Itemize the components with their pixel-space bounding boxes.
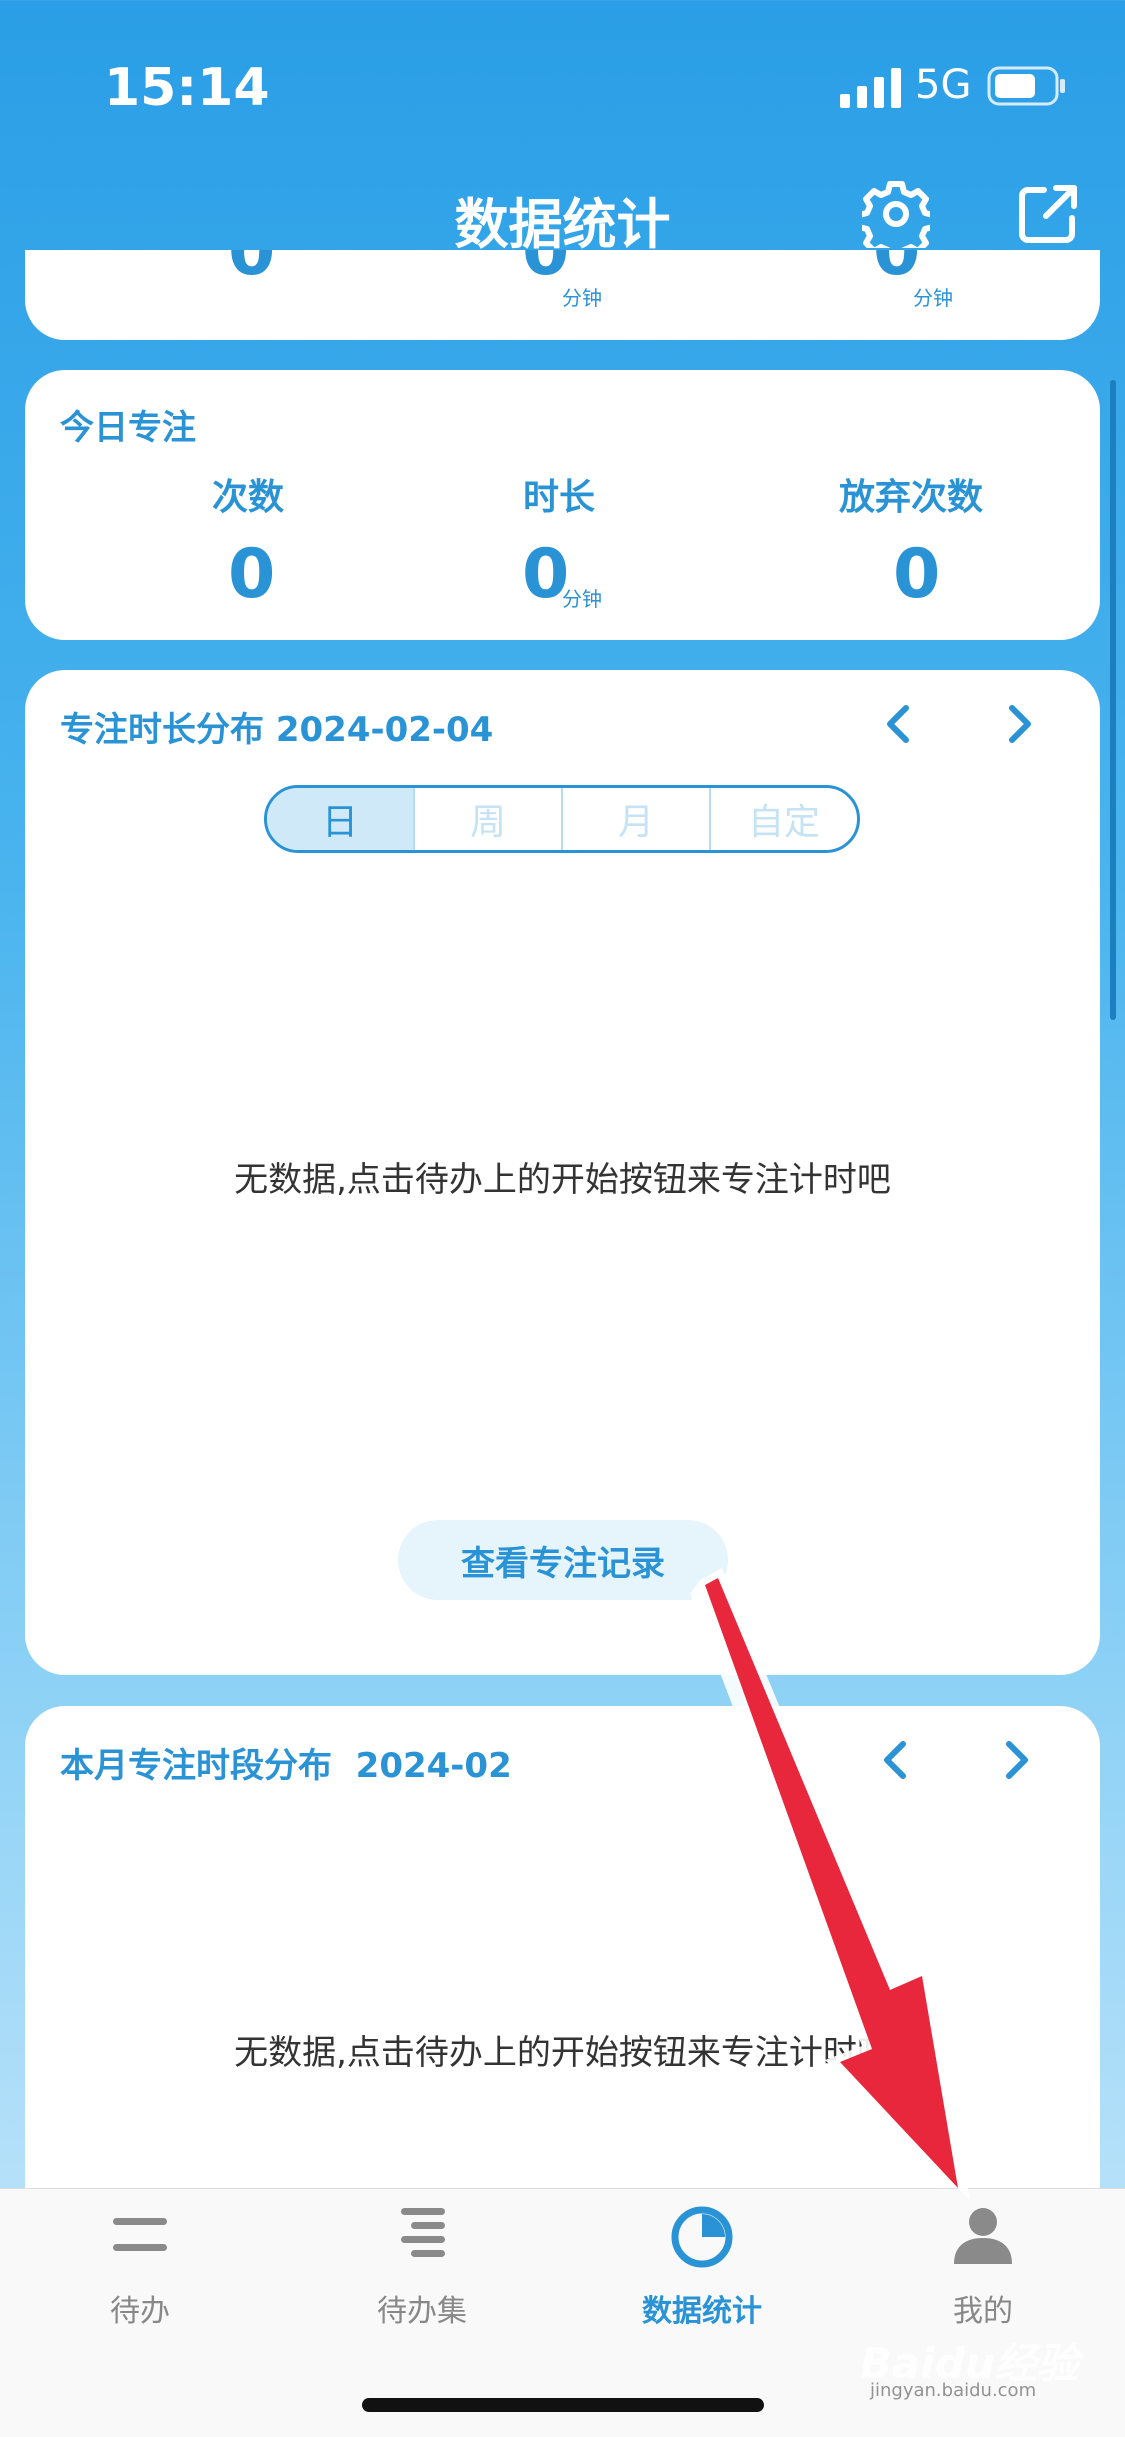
next-date-chevron-icon[interactable] [1000,702,1040,746]
today-count-label: 次数 [212,477,285,518]
prev-date-chevron-icon[interactable] [878,702,918,746]
share-icon[interactable] [1016,182,1080,246]
today-count-value: 0 [228,535,276,614]
total-stats-card: 0 0 分钟 0 分钟 [25,250,1100,340]
page-title: 数据统计 [454,193,671,256]
segment-day[interactable]: 日 [267,788,413,850]
tab-todo[interactable]: 待办 [50,2200,230,2330]
list-set-icon [401,2208,445,2257]
view-records-button[interactable]: 查看专注记录 [398,1520,728,1600]
battery-icon [987,66,1065,106]
settings-gear-icon[interactable] [862,180,930,248]
today-duration-unit: 分钟 [562,587,602,611]
today-heading: 今日专注 [60,408,196,448]
scrollbar[interactable] [1110,380,1116,1020]
distribution-empty-text: 无数据,点击待办上的开始按钮来专注计时吧 [234,1160,891,1200]
total-count-value: 0 [228,250,276,291]
pie-chart-icon [671,2206,733,2268]
segment-month[interactable]: 月 [561,788,709,850]
network-type: 5G [915,62,972,108]
monthly-heading: 本月专注时段分布 2024-02 [60,1746,512,1786]
today-duration-label: 时长 [523,477,596,518]
watermark-url: jingyan.baidu.com [870,2380,1037,2401]
segment-week[interactable]: 周 [413,788,561,850]
tab-todo-set-label: 待办集 [377,2294,467,2329]
tab-mine[interactable]: 我的 [893,2200,1073,2330]
today-focus-card: 今日专注 次数 时长 放弃次数 0 0 分钟 0 [25,370,1100,640]
tab-todo-label: 待办 [110,2294,170,2329]
tab-todo-set[interactable]: 待办集 [332,2200,512,2330]
prev-month-chevron-icon[interactable] [875,1738,915,1782]
tab-statistics-label: 数据统计 [642,2294,762,2329]
signal-icon [840,68,901,108]
segment-custom[interactable]: 自定 [709,788,857,850]
today-abandon-label: 放弃次数 [839,477,984,518]
tab-mine-label: 我的 [953,2294,1013,2329]
user-icon [954,2208,1012,2264]
home-indicator [362,2398,764,2412]
monthly-distribution-card [25,1706,1100,2266]
today-abandon-value: 0 [893,535,941,614]
list-icon [113,2218,167,2251]
next-month-chevron-icon[interactable] [997,1738,1037,1782]
distribution-heading: 专注时长分布 2024-02-04 [60,710,494,750]
monthly-empty-text: 无数据,点击待办上的开始按钮来专注计时吧 [234,2033,891,2073]
status-time: 15:14 [104,58,270,118]
total-duration-unit: 分钟 [562,286,602,310]
tab-statistics[interactable]: 数据统计 [612,2200,792,2330]
total-third-unit: 分钟 [913,286,953,310]
period-segmented-control: 日 周 月 自定 [264,785,860,853]
